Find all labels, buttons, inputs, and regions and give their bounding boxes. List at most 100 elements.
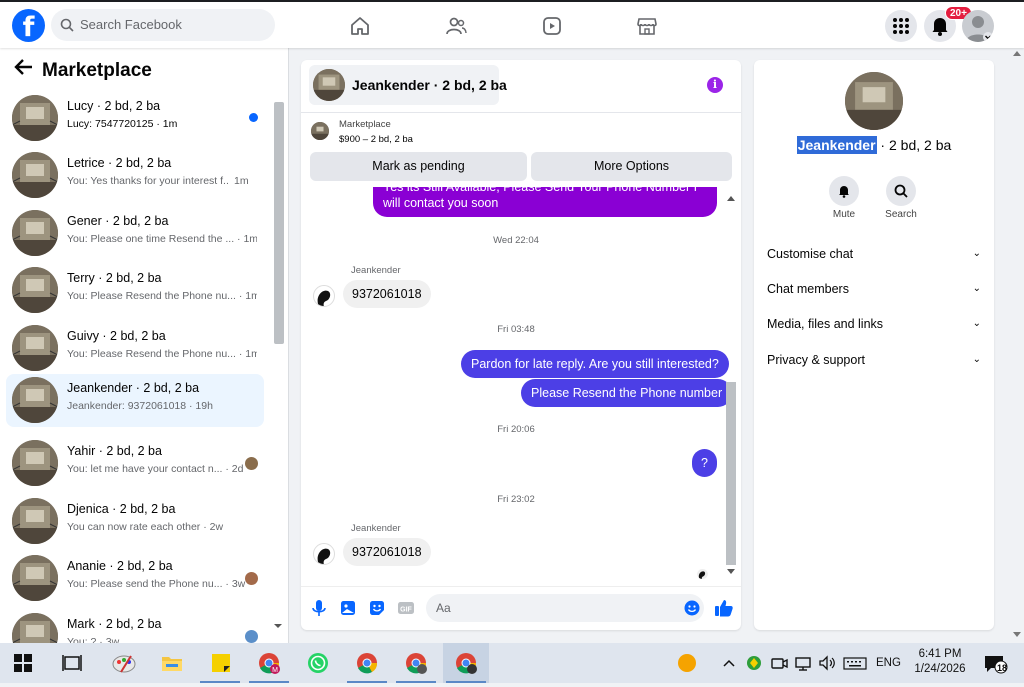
media-files-links-row[interactable]: Media, files and links ⌄ [767, 315, 981, 333]
page-scrollbar[interactable] [1011, 48, 1023, 643]
marketplace-icon[interactable] [636, 15, 658, 37]
sender-name: Jeankender [351, 265, 401, 276]
facebook-logo-icon[interactable]: f [12, 9, 45, 42]
seen-avatar [245, 572, 258, 585]
sender-avatar[interactable] [313, 285, 335, 307]
conversation-name: Gener · 2 bd, 2 ba [67, 214, 169, 228]
conversation-name: Mark · 2 bd, 2 ba [67, 617, 162, 631]
whatsapp-icon[interactable] [307, 652, 329, 674]
info-icon[interactable]: i [707, 77, 723, 93]
message-input-placeholder: Aa [436, 601, 451, 615]
conversation-scroll-thumb[interactable] [274, 102, 284, 344]
message-outgoing[interactable]: ? [692, 449, 717, 477]
message-incoming[interactable]: 9372061018 [343, 280, 431, 308]
mute-bell-icon [839, 186, 849, 198]
paint-app-icon[interactable] [111, 652, 137, 674]
volume-icon[interactable] [818, 652, 836, 674]
conversation-item[interactable]: Jeankender · 2 bd, 2 ba Jeankender: 93720… [6, 374, 264, 427]
listing-mini-thumbnail [311, 122, 329, 140]
chat-header[interactable]: Jeankender · 2 bd, 2 ba [309, 65, 507, 105]
home-icon[interactable] [349, 15, 371, 37]
clock-date: 1/24/2026 [914, 663, 966, 675]
listing-thumbnail [12, 377, 58, 423]
message-incoming[interactable]: 9372061018 [343, 538, 431, 566]
weather-sun-icon[interactable] [676, 652, 698, 674]
conversation-item[interactable]: Terry · 2 bd, 2 ba You: Please Resend the… [6, 264, 264, 317]
row-label: Privacy & support [767, 353, 865, 367]
conversation-preview: You: Please send the Phone nu... · 3w [67, 578, 246, 590]
chat-window: Jeankender · 2 bd, 2 ba i Marketplace $9… [301, 60, 741, 630]
video-icon[interactable] [541, 15, 563, 37]
camera-icon[interactable] [770, 652, 788, 674]
chat-scrollbar[interactable] [725, 193, 737, 577]
search-icon [60, 18, 74, 32]
message-outgoing[interactable]: Pardon for late reply. Are you still int… [461, 350, 729, 378]
chrome-profile-icon[interactable] [405, 652, 427, 674]
input-language[interactable]: ENG [876, 643, 901, 683]
more-options-button[interactable]: More Options [531, 152, 732, 181]
menu-button[interactable] [885, 10, 917, 42]
conversation-item[interactable]: Yahir · 2 bd, 2 ba You: let me have your … [6, 437, 264, 490]
account-avatar[interactable] [962, 10, 994, 42]
network-icon[interactable] [794, 652, 812, 674]
chrome-icon[interactable] [356, 652, 378, 674]
search-facebook-input[interactable]: Search Facebook [51, 9, 275, 41]
conversation-preview: You: Yes thanks for your interest f... [67, 175, 229, 187]
chrome-profile-icon[interactable] [455, 652, 477, 674]
conversation-item[interactable]: Letrice · 2 bd, 2 ba You: Yes thanks for … [6, 149, 264, 202]
chrome-profile-icon[interactable]: M [258, 652, 280, 674]
listing-thumbnail [12, 498, 58, 544]
customise-chat-row[interactable]: Customise chat ⌄ [767, 245, 981, 263]
conversation-preview: You: Please Resend the Phone nu... · 1m [67, 348, 257, 360]
friends-icon[interactable] [445, 15, 467, 37]
message-outgoing[interactable]: Please Resend the Phone number [521, 379, 731, 407]
conversation-item[interactable]: Lucy · 2 bd, 2 ba Lucy: 7547720125 · 1m [6, 92, 264, 145]
conversation-item[interactable]: Ananie · 2 bd, 2 ba You: Please send the … [6, 552, 264, 605]
file-explorer-icon[interactable] [161, 652, 183, 674]
sticky-notes-icon[interactable] [210, 652, 232, 674]
conversation-item[interactable]: Gener · 2 bd, 2 ba You: Please one time R… [6, 207, 264, 260]
conversation-preview: You: Please one time Resend the ... · 1m [67, 233, 257, 245]
tray-app-icon[interactable] [745, 652, 763, 674]
conversation-item[interactable]: Guivy · 2 bd, 2 ba You: Please Resend the… [6, 322, 264, 375]
mark-as-pending-button[interactable]: Mark as pending [310, 152, 527, 181]
search-conversation-button[interactable] [886, 176, 916, 206]
listing-thumbnail [12, 210, 58, 256]
thumbs-up-icon[interactable] [714, 598, 734, 618]
clock[interactable]: 6:41 PM 1/24/2026 [913, 647, 967, 687]
message-outgoing[interactable]: Yes its Still Available, Please Send You… [373, 187, 717, 217]
emoji-icon[interactable] [684, 600, 700, 616]
gif-icon[interactable]: GIF [397, 599, 415, 617]
chat-title: Jeankender · 2 bd, 2 ba [352, 77, 507, 93]
sender-name: Jeankender [351, 523, 401, 534]
keyboard-icon[interactable] [843, 652, 867, 674]
chevron-up-icon[interactable] [721, 652, 737, 674]
task-view-icon[interactable] [61, 652, 83, 674]
sender-avatar[interactable] [313, 543, 335, 565]
profile-silhouette-icon [966, 16, 993, 42]
sticker-icon[interactable] [368, 599, 386, 617]
chat-members-row[interactable]: Chat members ⌄ [767, 280, 981, 298]
privacy-support-row[interactable]: Privacy & support ⌄ [767, 351, 981, 369]
photo-icon[interactable] [339, 599, 357, 617]
message-composer: GIF Aa [301, 586, 741, 630]
windows-start-icon[interactable] [14, 654, 32, 672]
search-label: Search [885, 209, 917, 220]
notification-count: 18 [996, 663, 1007, 673]
mute-button[interactable] [829, 176, 859, 206]
windows-taskbar: M ENG 6:41 PM 1/24/2026 18 [0, 643, 1024, 683]
conversation-name: Jeankender · 2 bd, 2 ba [67, 381, 200, 395]
selected-text[interactable]: Jeankender [796, 136, 877, 154]
conversation-item[interactable]: Mark · 2 bd, 2 ba You: ? · 3w [6, 610, 264, 643]
conversation-name: Jeankender · 2 bd, 2 ba [754, 136, 994, 154]
grid-menu-icon [893, 18, 909, 34]
message-input[interactable]: Aa [426, 594, 704, 622]
back-arrow-icon[interactable] [14, 58, 36, 84]
listing-bar[interactable]: Marketplace $900 – 2 bd, 2 ba [301, 112, 741, 148]
listing-thumbnail [12, 325, 58, 371]
microphone-icon[interactable] [310, 599, 328, 617]
marketplace-conversations-panel: Marketplace Lucy · 2 bd, 2 ba Lucy: 75477… [0, 48, 289, 643]
listing-thumbnail [12, 613, 58, 643]
conversation-item[interactable]: Djenica · 2 bd, 2 ba You can now rate eac… [6, 495, 264, 548]
timestamp: Fri 20:06 [497, 424, 535, 435]
